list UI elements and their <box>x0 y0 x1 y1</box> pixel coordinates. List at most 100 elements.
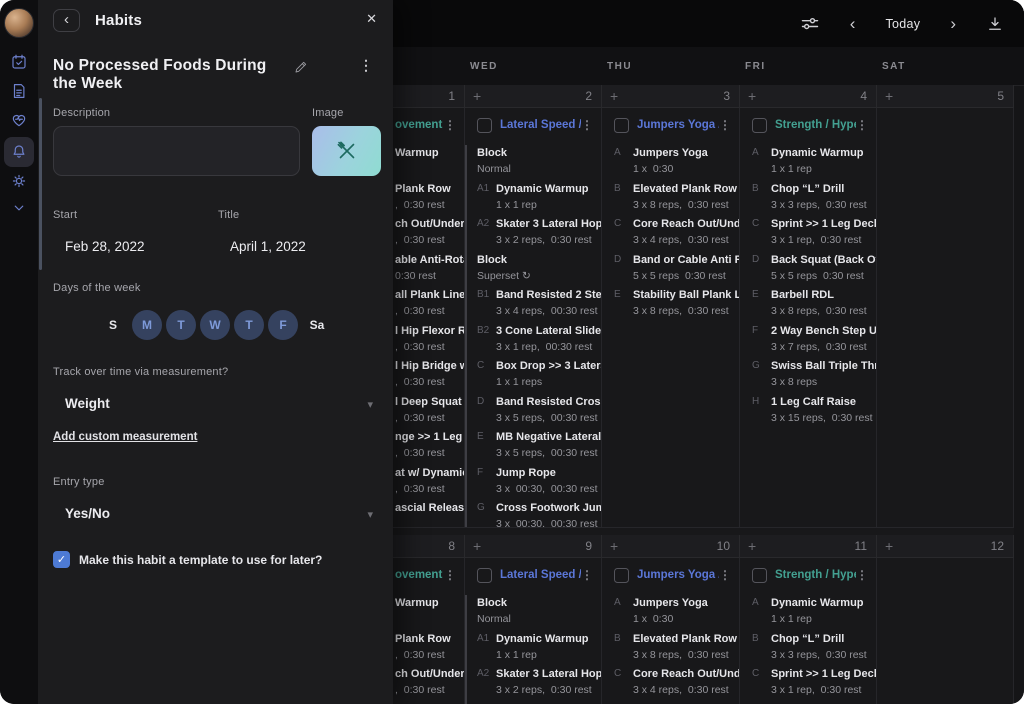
document-icon[interactable] <box>10 82 28 100</box>
measurement-caret-icon[interactable]: ▾ <box>367 398 373 411</box>
exercise-detail: Normal <box>477 161 601 177</box>
exercise-label: E <box>614 287 621 303</box>
end-date-value[interactable]: April 1, 2022 <box>230 239 306 254</box>
day-column <box>877 108 1014 527</box>
workout-kebab-icon[interactable]: ⋮ <box>719 568 739 582</box>
exercise-detail: 3 x 1 rep, 0:30 rest <box>771 232 876 248</box>
back-button[interactable]: ‹ <box>53 9 80 32</box>
exercise-detail: 1 x 1 rep <box>771 611 876 627</box>
day-circle-f[interactable]: F <box>268 310 298 340</box>
workout-kebab-icon[interactable]: ⋮ <box>444 568 464 582</box>
workout-checkbox[interactable] <box>752 568 767 583</box>
workout-title[interactable]: ovement Q... <box>395 119 444 131</box>
day-circle-t[interactable]: T <box>166 310 196 340</box>
exercise-label: C <box>477 358 484 374</box>
bell-icon[interactable] <box>10 143 28 161</box>
workout-title[interactable]: Jumpers Yoga / Core <box>637 569 719 581</box>
measurement-select[interactable]: Weight <box>65 396 110 411</box>
exercise-detail: 3 x 4 reps, 0:30 rest <box>633 682 739 698</box>
habit-kebab-icon[interactable]: ⋮ <box>359 57 373 74</box>
date-cell: +12 <box>877 535 1014 557</box>
exercise-row: BElevated Plank Row3 x 8 reps, 0:30 rest <box>614 181 739 213</box>
add-event-button[interactable]: + <box>885 89 893 103</box>
exercise-row: GSwiss Ball Triple Threat3 x 8 reps <box>752 358 876 390</box>
add-event-button[interactable]: + <box>610 539 618 553</box>
exercise-detail: , 0:30 rest <box>395 682 464 698</box>
close-icon[interactable]: ✕ <box>366 11 377 27</box>
panel-scrollbar[interactable] <box>39 98 42 270</box>
exercise-detail: 1 x 1 rep <box>496 647 601 663</box>
exercise-row: AJumpers Yoga1 x 0:30 <box>614 595 739 627</box>
exercise-name: at w/ Dynamic P... <box>395 465 464 481</box>
entry-type-select[interactable]: Yes/No <box>65 506 110 521</box>
exercise-name: Block <box>477 252 601 268</box>
exercise-detail: 5 x 5 reps 0:30 rest <box>633 268 739 284</box>
workout-kebab-icon[interactable]: ⋮ <box>581 568 601 582</box>
exercise-row: ADynamic Warmup1 x 1 rep <box>752 145 876 177</box>
add-event-button[interactable]: + <box>610 89 618 103</box>
day-circle-t[interactable]: T <box>234 310 264 340</box>
download-icon[interactable] <box>986 15 1004 33</box>
add-event-button[interactable]: + <box>748 89 756 103</box>
day-circle-w[interactable]: W <box>200 310 230 340</box>
workout-kebab-icon[interactable]: ⋮ <box>581 118 601 132</box>
add-event-button[interactable]: + <box>748 539 756 553</box>
prev-week-button[interactable]: ‹ <box>846 13 860 34</box>
exercise-name: Back Squat (Back Off Set) <box>771 252 876 268</box>
exercise-name: Chop “L” Drill <box>771 631 876 647</box>
avatar[interactable] <box>4 8 34 38</box>
workout-title[interactable]: ovement Q... <box>395 569 444 581</box>
exercise-label: A1 <box>477 181 489 197</box>
day-circle-m[interactable]: M <box>132 310 162 340</box>
calendar-check-icon[interactable] <box>10 53 28 71</box>
exercise-detail <box>395 161 464 177</box>
exercise-row: Plank Row, 0:30 rest <box>395 631 464 663</box>
day-circle-sa[interactable]: Sa <box>302 310 332 340</box>
exercise-row: CSprint >> 1 Leg Declarations3 x 1 rep, … <box>752 666 876 698</box>
workout-title[interactable]: Jumpers Yoga / Core <box>637 119 719 131</box>
add-custom-measurement-link[interactable]: Add custom measurement <box>53 431 197 443</box>
exercise-detail: 3 x 3 reps, 0:30 rest <box>771 647 876 663</box>
exercise-row: Warmup <box>395 145 464 177</box>
day-circle-s[interactable]: S <box>98 310 128 340</box>
workout-checkbox[interactable] <box>477 118 492 133</box>
start-date-value[interactable]: Feb 28, 2022 <box>65 239 145 254</box>
add-event-button[interactable]: + <box>473 539 481 553</box>
workout-checkbox[interactable] <box>614 568 629 583</box>
template-checkbox[interactable]: ✓ <box>53 551 70 568</box>
workout-kebab-icon[interactable]: ⋮ <box>856 568 876 582</box>
habit-image-thumbnail[interactable] <box>312 126 381 176</box>
day-column: Jumpers Yoga / Core⋮AJumpers Yoga1 x 0:3… <box>602 108 740 527</box>
workout-checkbox[interactable] <box>614 118 629 133</box>
date-cell: 1 <box>393 85 465 107</box>
filter-sliders-icon[interactable] <box>800 14 820 34</box>
workout-kebab-icon[interactable]: ⋮ <box>719 118 739 132</box>
gear-icon[interactable] <box>10 172 28 190</box>
exercise-row: FJump Rope3 x 00:30, 00:30 rest <box>477 465 601 497</box>
workout-title[interactable]: Strength / Hypertro... <box>775 119 856 131</box>
workout-title[interactable]: Lateral Speed / Plyo <box>500 119 581 131</box>
workout-title[interactable]: Strength / Hypertro... <box>775 569 856 581</box>
workout-kebab-icon[interactable]: ⋮ <box>856 118 876 132</box>
workout-card-header: Jumpers Yoga / Core⋮ <box>602 108 739 136</box>
heart-pulse-icon[interactable] <box>10 111 28 129</box>
workout-kebab-icon[interactable]: ⋮ <box>444 118 464 132</box>
workout-checkbox[interactable] <box>752 118 767 133</box>
workout-card-header: Lateral Speed / Plyo⋮ <box>465 108 601 136</box>
today-button[interactable]: Today <box>885 17 920 31</box>
entry-type-caret-icon[interactable]: ▾ <box>367 508 373 521</box>
fork-knife-icon <box>334 138 360 164</box>
add-event-button[interactable]: + <box>473 89 481 103</box>
edit-pencil-icon[interactable] <box>293 59 309 75</box>
exercise-detail: , 0:30 rest <box>395 303 464 319</box>
next-week-button[interactable]: › <box>946 13 960 34</box>
date-number: 4 <box>860 89 867 103</box>
date-cell: +3 <box>602 85 740 107</box>
add-event-button[interactable]: + <box>885 539 893 553</box>
description-input[interactable] <box>53 126 300 176</box>
workout-checkbox[interactable] <box>477 568 492 583</box>
workout-title[interactable]: Lateral Speed / Plyo <box>500 569 581 581</box>
exercise-detail: 3 x 2 reps, 0:30 rest <box>496 232 601 248</box>
chevron-down-icon[interactable] <box>10 199 28 217</box>
exercise-list: WarmupPlank Row, 0:30 restch Out/Under, … <box>393 595 464 704</box>
